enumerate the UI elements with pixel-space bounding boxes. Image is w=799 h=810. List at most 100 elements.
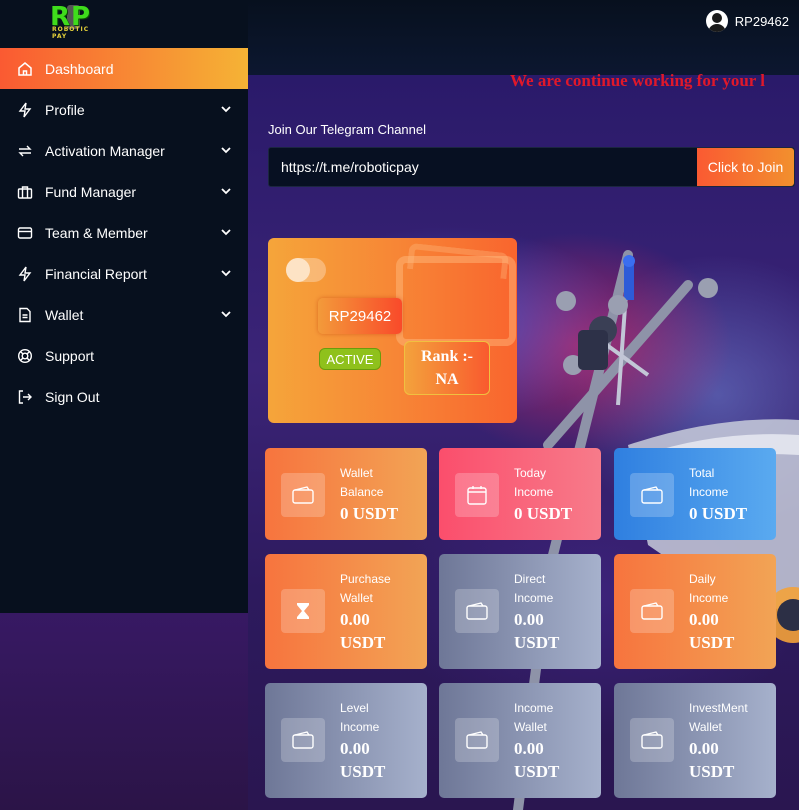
- calendar-icon: [455, 473, 499, 517]
- chevron-down-icon: [221, 229, 231, 236]
- briefcase-icon: [16, 183, 34, 201]
- toggle-icon: [286, 258, 326, 282]
- sign-out-icon: [16, 388, 34, 406]
- card-unit: USDT: [514, 762, 560, 781]
- card-value: 0.00: [689, 739, 719, 758]
- stat-card-total-income[interactable]: Total Income 0 USDT: [614, 448, 776, 540]
- card-value: 0.00: [340, 739, 370, 758]
- username: RP29462: [734, 13, 789, 29]
- rank-text: Rank :- NA: [420, 348, 473, 388]
- chevron-down-icon: [221, 270, 231, 277]
- chevron-down-icon: [221, 311, 231, 318]
- card-label: Wallet: [340, 591, 373, 605]
- wallet-icon: [630, 718, 674, 762]
- card-value: 0.00: [514, 739, 544, 758]
- sidebar-item-sign-out[interactable]: Sign Out: [0, 376, 248, 417]
- user-menu[interactable]: RP29462: [705, 9, 789, 33]
- stat-card-level-income[interactable]: Level Income 0.00 USDT: [265, 683, 427, 798]
- chevron-down-icon: [221, 188, 231, 195]
- card-label: Income: [340, 720, 380, 734]
- card-label: Income: [514, 701, 554, 715]
- bolt-icon: [16, 101, 34, 119]
- home-icon: [16, 60, 34, 78]
- card-label: Wallet: [514, 720, 547, 734]
- hourglass-icon: [281, 589, 325, 633]
- wallet-icon: [630, 589, 674, 633]
- sidebar-item-label: Dashboard: [45, 60, 114, 77]
- status-badge: ACTIVE: [319, 348, 381, 370]
- wallet-decoration: [396, 256, 516, 346]
- card-label: Income: [689, 591, 729, 605]
- card-label: Total: [689, 466, 715, 480]
- card-label: Level: [340, 701, 369, 715]
- stat-card-investment-wallet[interactable]: InvestMent Wallet 0.00 USDT: [614, 683, 776, 798]
- card-value: 0 USDT: [689, 504, 748, 523]
- logo-subtext: ROBOTIC PAY: [52, 26, 90, 40]
- bolt-icon: [16, 265, 34, 283]
- sidebar-item-financial-report[interactable]: Financial Report: [0, 253, 248, 294]
- document-icon: [16, 306, 34, 324]
- rank-badge: Rank :- NA: [404, 341, 490, 395]
- announcement-marquee: We are continue working for your l: [510, 71, 765, 90]
- card-unit: USDT: [340, 633, 386, 652]
- sidebar-item-dashboard[interactable]: Dashboard: [0, 48, 248, 89]
- card-value: 0.00: [514, 610, 544, 629]
- sidebar-item-team-member[interactable]: Team & Member: [0, 212, 248, 253]
- stat-card-daily-income[interactable]: Daily Income 0.00 USDT: [614, 554, 776, 669]
- stat-card-wallet-balance[interactable]: Wallet Balance 0 USDT: [265, 448, 427, 540]
- card-label: Purchase: [340, 572, 391, 586]
- user-avatar-icon: [705, 10, 728, 32]
- card-label: Balance: [340, 485, 384, 499]
- telegram-box: Click to Join: [268, 147, 795, 187]
- card-label: Income: [514, 485, 554, 499]
- sidebar-item-label: Fund Manager: [45, 183, 137, 200]
- sidebar-item-activation-manager[interactable]: Activation Manager: [0, 130, 248, 171]
- card-label: Income: [689, 485, 729, 499]
- card-value: 0.00: [340, 610, 370, 629]
- sidebar-item-label: Sign Out: [45, 388, 100, 405]
- stat-card-direct-income[interactable]: Direct Income 0.00 USDT: [439, 554, 601, 669]
- app-logo[interactable]: RP ROBOTIC PAY: [50, 2, 106, 40]
- sidebar: Dashboard Profile Activation Manager Fun…: [0, 47, 248, 613]
- card-label: Daily: [689, 572, 716, 586]
- exchange-icon: [16, 142, 34, 160]
- join-telegram-button[interactable]: Click to Join: [697, 148, 794, 186]
- card-unit: USDT: [340, 762, 386, 781]
- card-unit: USDT: [689, 633, 735, 652]
- chevron-down-icon: [221, 106, 231, 113]
- wallet-icon: [630, 473, 674, 517]
- card-label: Income: [514, 591, 554, 605]
- telegram-label: Join Our Telegram Channel: [268, 122, 427, 137]
- sidebar-item-label: Team & Member: [45, 224, 148, 241]
- card-label: Direct: [514, 572, 546, 586]
- card-label: Today: [514, 466, 547, 480]
- sidebar-item-label: Profile: [45, 101, 85, 118]
- wallet-icon: [455, 718, 499, 762]
- telegram-link-input[interactable]: [269, 148, 697, 186]
- sidebar-item-fund-manager[interactable]: Fund Manager: [0, 171, 248, 212]
- sidebar-item-label: Wallet: [45, 306, 84, 323]
- card-value: 0 USDT: [514, 504, 573, 523]
- card-unit: USDT: [514, 633, 560, 652]
- stat-card-purchase-wallet[interactable]: Purchase Wallet 0.00 USDT: [265, 554, 427, 669]
- card-label: Wallet: [689, 720, 722, 734]
- sidebar-item-wallet[interactable]: Wallet: [0, 294, 248, 335]
- sidebar-item-label: Activation Manager: [45, 142, 165, 159]
- stat-card-income-wallet[interactable]: Income Wallet 0.00 USDT: [439, 683, 601, 798]
- sidebar-item-label: Support: [45, 347, 95, 364]
- chevron-down-icon: [221, 147, 231, 154]
- card-label: InvestMent: [689, 701, 748, 715]
- sidebar-item-support[interactable]: Support: [0, 335, 248, 376]
- profile-card: RP29462 ACTIVE Rank :- NA: [268, 238, 517, 423]
- lifebuoy-icon: [16, 347, 34, 365]
- card-value: 0.00: [689, 610, 719, 629]
- stat-card-today-income[interactable]: Today Income 0 USDT: [439, 448, 601, 540]
- user-id-badge: RP29462: [318, 298, 402, 334]
- wallet-icon: [281, 473, 325, 517]
- sidebar-item-profile[interactable]: Profile: [0, 89, 248, 130]
- card-unit: USDT: [689, 762, 735, 781]
- card-value: 0 USDT: [340, 504, 399, 523]
- card-label: Wallet: [340, 466, 373, 480]
- wallet-icon: [455, 589, 499, 633]
- sidebar-item-label: Financial Report: [45, 265, 147, 282]
